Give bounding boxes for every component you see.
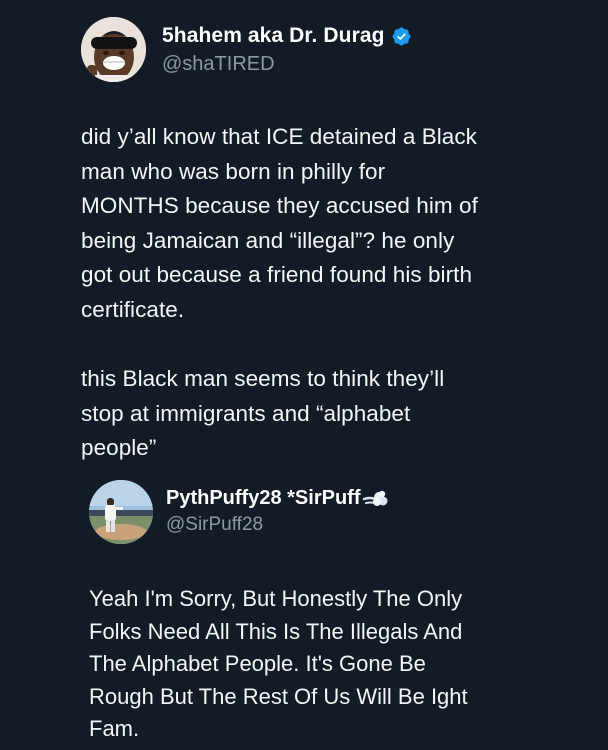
author-avatar[interactable] [81,17,146,82]
author-name-row[interactable]: 5hahem aka Dr. Durag [162,24,412,48]
author-handle[interactable]: @shaTIRED [162,53,275,76]
verified-badge-icon [391,26,412,47]
author-name[interactable]: 5hahem aka Dr. Durag [162,24,385,48]
quoted-author-avatar[interactable] [89,480,153,544]
quoted-tweet-text: Yeah I'm Sorry, But Honestly The Only Fo… [89,586,468,741]
quoted-author-handle[interactable]: @SirPuff28 [166,514,263,536]
quoted-author-avatar-image [89,480,153,544]
quoted-author-name-row[interactable]: PythPuffy28 *SirPuff [166,487,388,510]
tweet-text: did y’all know that ICE detained a Black… [81,120,551,466]
tweet-paragraph-2: this Black man seems to think they’ll st… [81,366,445,460]
tweet-screenshot: 5hahem aka Dr. Durag @shaTIRED did y’all… [0,0,608,750]
dashing-away-icon [362,488,388,510]
quoted-author-name[interactable]: PythPuffy28 *SirPuff [166,487,360,510]
author-avatar-image [81,17,146,82]
tweet-paragraph-1: did y’all know that ICE detained a Black… [81,124,478,322]
